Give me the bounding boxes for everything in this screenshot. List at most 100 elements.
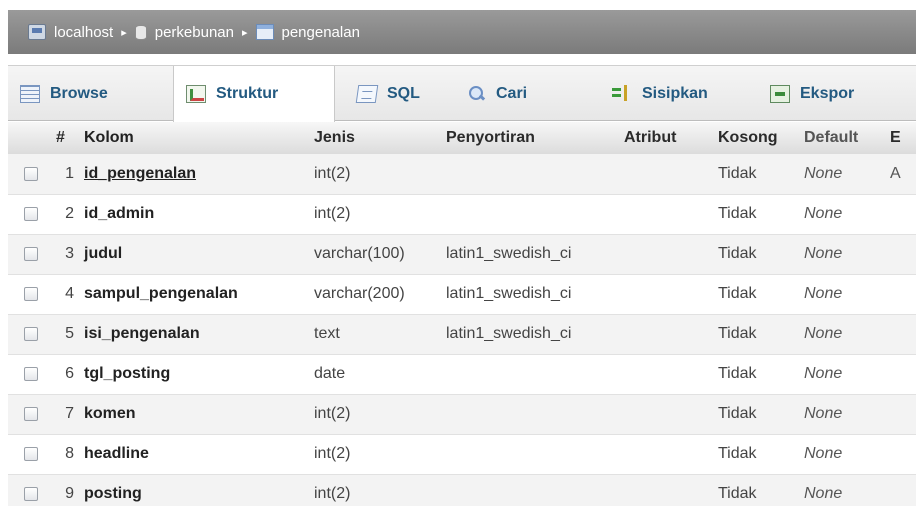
row-checkbox-cell: [8, 474, 52, 506]
table-row[interactable]: 1 id_pengenalan int(2) Tidak None A: [8, 154, 916, 194]
structure-icon: [186, 85, 206, 103]
table-row[interactable]: 8 headline int(2) Tidak None: [8, 434, 916, 474]
column-attribute: [620, 234, 708, 274]
tab-label: Cari: [496, 84, 528, 102]
column-name: sampul_pengenalan: [84, 285, 238, 302]
tab-browse[interactable]: Browse: [8, 66, 173, 121]
column-default: None: [804, 205, 843, 222]
row-number: 1: [65, 164, 74, 182]
column-name: isi_pengenalan: [84, 325, 200, 342]
column-attribute: [620, 194, 708, 234]
tab-sisipkan[interactable]: Sisipkan: [600, 66, 750, 121]
column-name: headline: [84, 445, 149, 462]
column-name: komen: [84, 405, 136, 422]
column-null: Tidak: [718, 205, 757, 222]
row-number: 2: [65, 205, 74, 222]
tab-label: Ekspor: [800, 84, 855, 102]
server-icon: [28, 24, 46, 40]
table-row[interactable]: 4 sampul_pengenalan varchar(200) latin1_swe…: [8, 274, 916, 314]
column-default: None: [804, 285, 843, 302]
header-penyortiran[interactable]: Penyortiran: [442, 122, 620, 154]
row-checkbox[interactable]: [24, 286, 38, 301]
column-collation: [442, 154, 620, 194]
row-checkbox[interactable]: [24, 406, 38, 421]
column-default: None: [804, 485, 843, 502]
header-default[interactable]: Default: [800, 122, 886, 154]
breadcrumb-separator-icon: ▸: [121, 26, 127, 39]
column-extra: [886, 234, 916, 274]
header-checkbox-cell: [8, 122, 52, 154]
column-default: None: [804, 405, 843, 422]
column-type: int(2): [314, 405, 351, 422]
tab-sql[interactable]: SQL: [345, 66, 445, 121]
row-number: 6: [65, 365, 74, 382]
search-icon: [468, 85, 486, 103]
row-checkbox-cell: [8, 354, 52, 394]
breadcrumb-item-table[interactable]: pengenalan: [255, 23, 360, 41]
column-type: varchar(200): [314, 285, 405, 302]
export-icon: [770, 84, 790, 103]
column-type: varchar(100): [314, 245, 405, 262]
header-number: #: [56, 129, 65, 146]
row-checkbox[interactable]: [24, 366, 38, 381]
tab-ekspor[interactable]: Ekspor: [758, 66, 916, 121]
column-default: None: [804, 445, 843, 462]
column-null: Tidak: [718, 405, 757, 422]
breadcrumb-label: pengenalan: [281, 23, 360, 41]
column-attribute: [620, 154, 708, 194]
row-checkbox-cell: [8, 194, 52, 234]
column-default: None: [804, 365, 843, 382]
table-header-row: # Kolom Jenis Penyortiran Atribut Kosong…: [8, 122, 916, 154]
table-row[interactable]: 9 posting int(2) Tidak None: [8, 474, 916, 506]
row-checkbox[interactable]: [24, 446, 38, 461]
breadcrumb-item-database[interactable]: perkebunan: [134, 23, 234, 41]
table-icon: [255, 24, 274, 40]
browse-icon: [20, 84, 40, 103]
column-null: Tidak: [718, 285, 757, 302]
breadcrumb-label: localhost: [54, 23, 114, 41]
tab-cari[interactable]: Cari: [456, 66, 586, 121]
column-type: int(2): [314, 485, 351, 502]
database-icon: [134, 24, 147, 40]
tab-label: Sisipkan: [642, 84, 708, 102]
row-number: 9: [65, 485, 74, 502]
column-collation: [442, 474, 620, 506]
column-extra: [886, 394, 916, 434]
breadcrumb: localhost ▸ perkebunan ▸ pengenalan: [8, 10, 916, 54]
row-checkbox[interactable]: [24, 206, 38, 221]
column-type: int(2): [314, 205, 351, 222]
column-name: id_pengenalan: [84, 164, 197, 182]
column-null: Tidak: [718, 325, 757, 342]
column-name: tgl_posting: [84, 365, 171, 382]
insert-icon: [612, 84, 632, 103]
breadcrumb-label: perkebunan: [154, 23, 234, 41]
column-collation: [442, 434, 620, 474]
header-kolom[interactable]: Kolom: [80, 122, 310, 154]
row-checkbox[interactable]: [24, 486, 38, 501]
table-row[interactable]: 6 tgl_posting date Tidak None: [8, 354, 916, 394]
table-row[interactable]: 3 judul varchar(100) latin1_swedish_ci Tidak…: [8, 234, 916, 274]
column-extra: [886, 194, 916, 234]
row-checkbox[interactable]: [24, 166, 38, 181]
header-extra[interactable]: E: [886, 122, 916, 154]
table-row[interactable]: 2 id_admin int(2) Tidak None: [8, 194, 916, 234]
header-atribut[interactable]: Atribut: [620, 122, 708, 154]
row-checkbox[interactable]: [24, 326, 38, 341]
row-checkbox-cell: [8, 274, 52, 314]
tab-struktur[interactable]: Struktur: [173, 66, 335, 122]
table-row[interactable]: 5 isi_pengenalan text latin1_swedish_ci Tida…: [8, 314, 916, 354]
column-null: Tidak: [718, 485, 757, 502]
row-checkbox[interactable]: [24, 246, 38, 261]
header-jenis[interactable]: Jenis: [310, 122, 442, 154]
row-checkbox-cell: [8, 394, 52, 434]
column-extra: [886, 354, 916, 394]
column-default: None: [804, 325, 843, 342]
row-checkbox-cell: [8, 314, 52, 354]
column-attribute: [620, 274, 708, 314]
column-null: Tidak: [718, 365, 757, 382]
header-kosong[interactable]: Kosong: [708, 122, 800, 154]
breadcrumb-item-server[interactable]: localhost: [28, 24, 113, 41]
column-default: None: [804, 245, 843, 262]
sql-icon: [355, 84, 379, 103]
table-row[interactable]: 7 komen int(2) Tidak None: [8, 394, 916, 434]
